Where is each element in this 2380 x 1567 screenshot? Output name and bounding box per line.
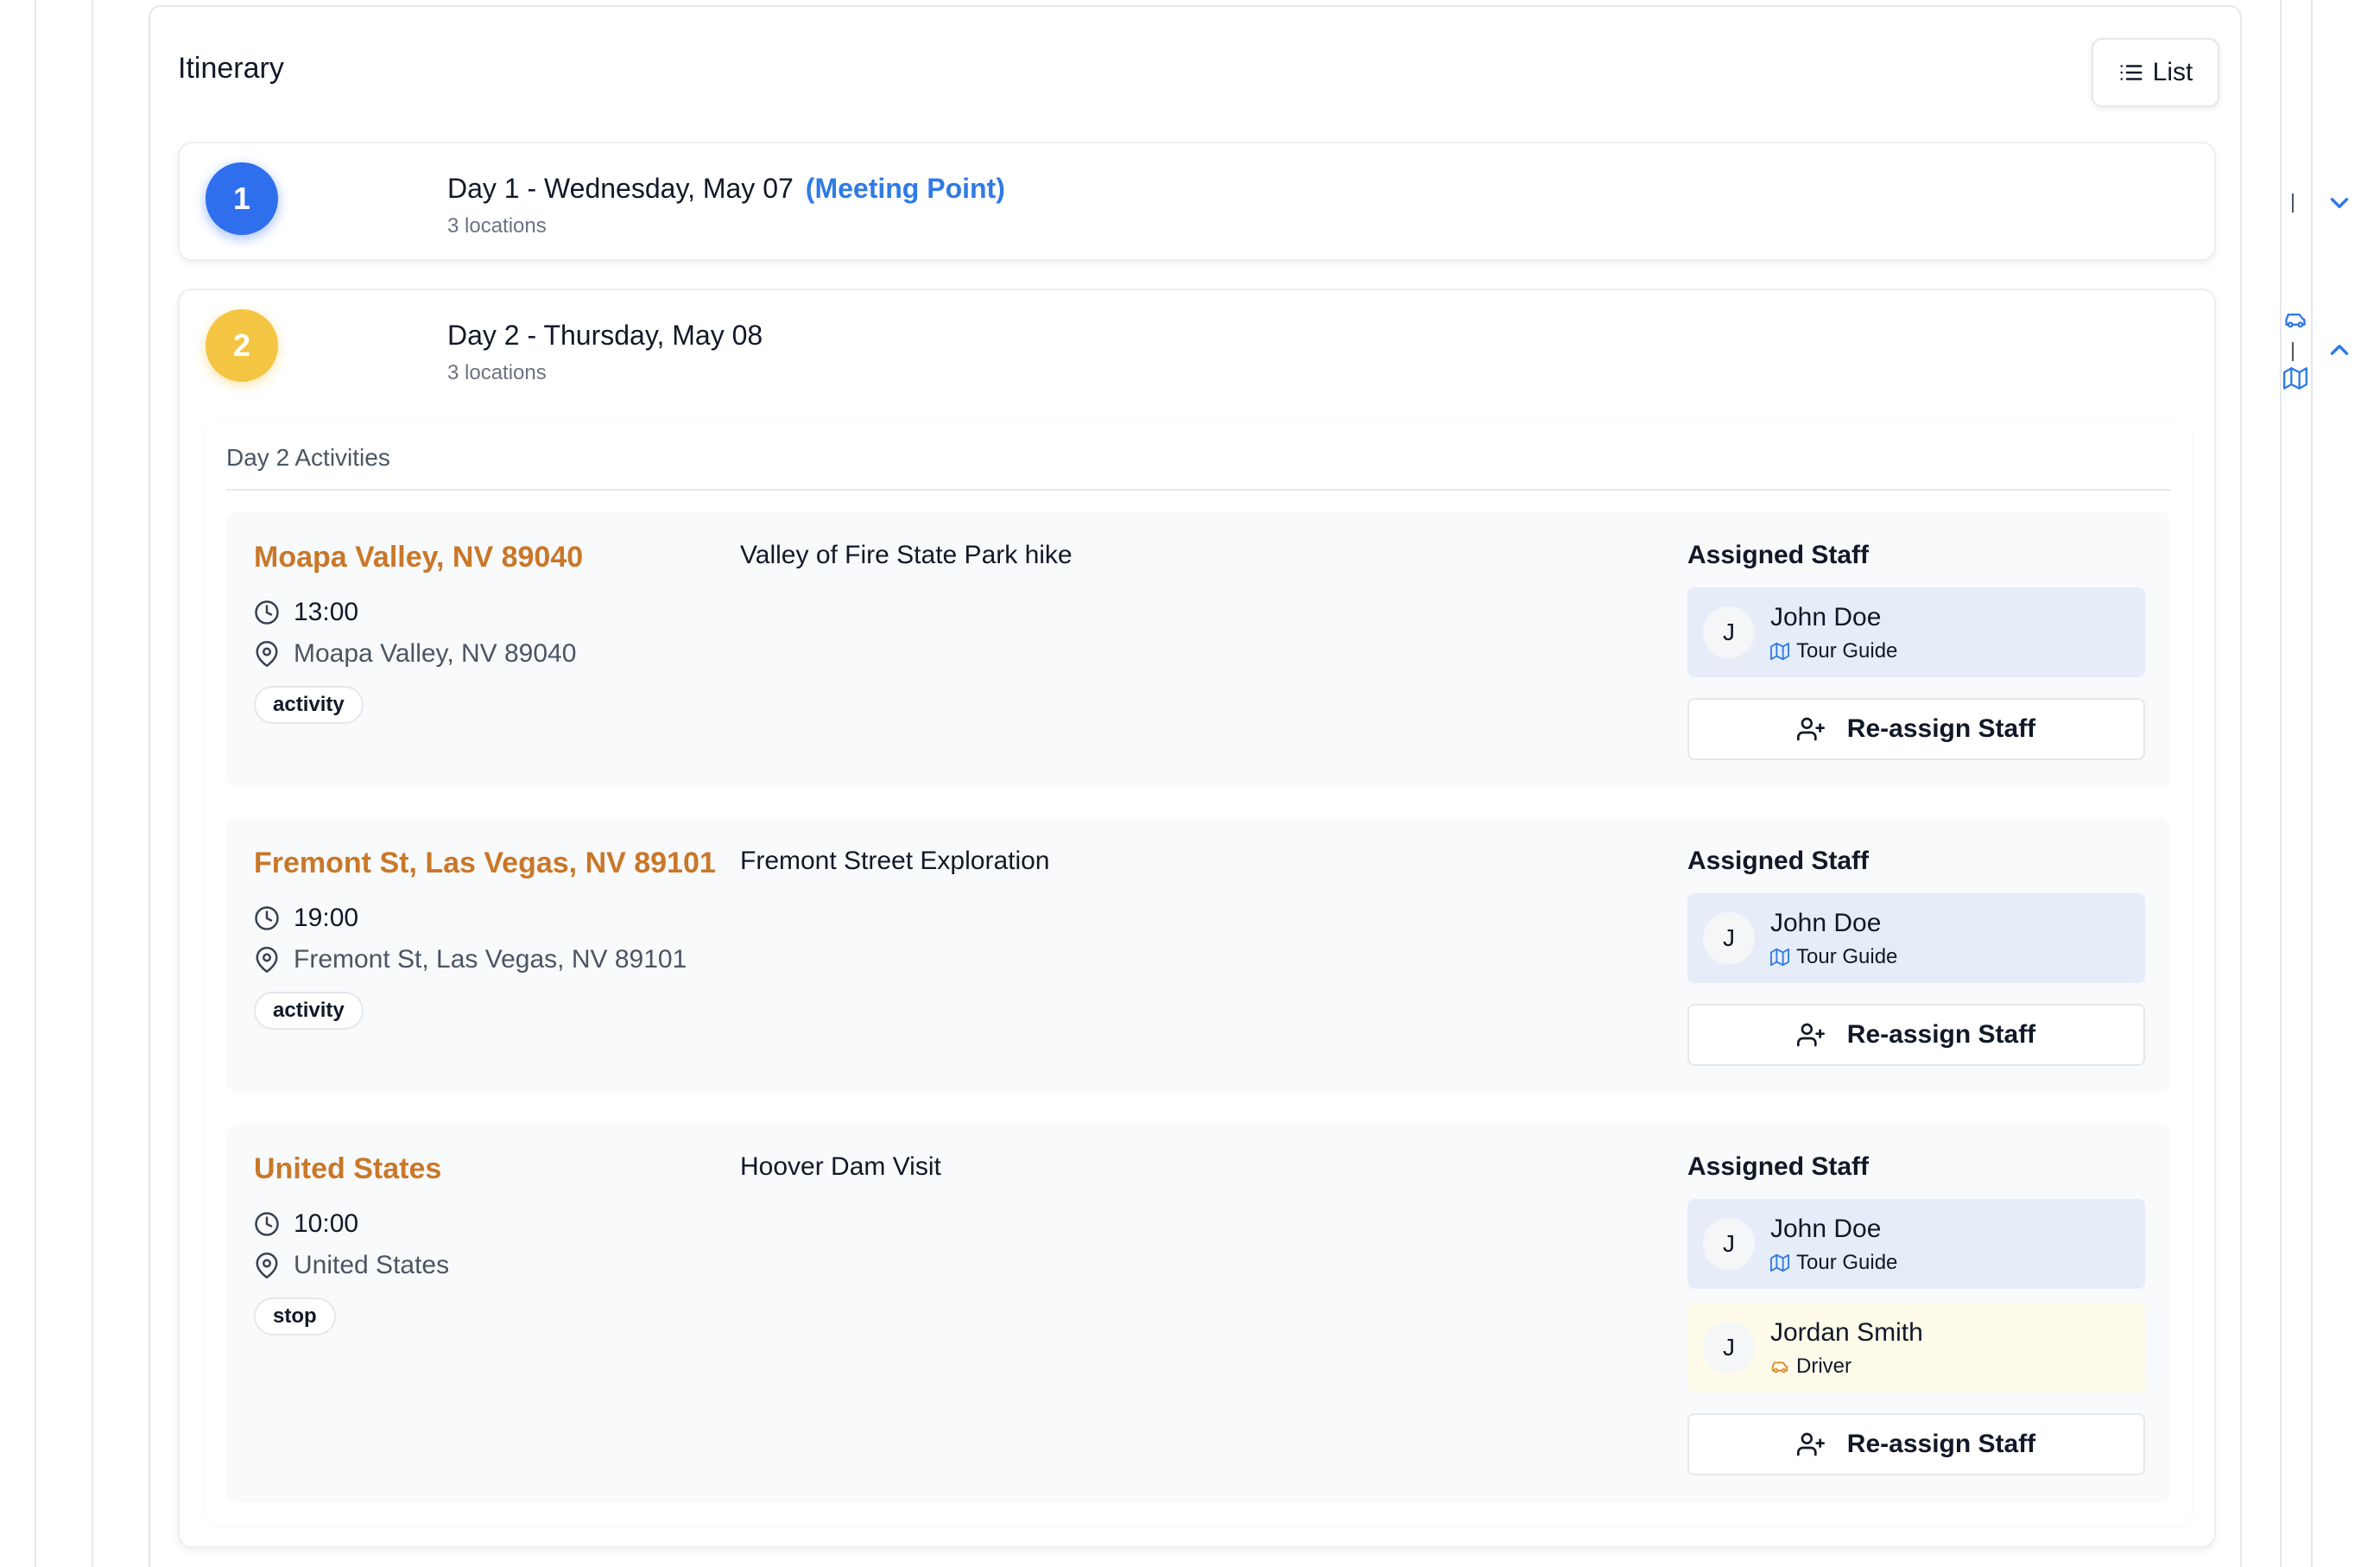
map-pin-icon (254, 1253, 280, 1278)
day-number-badge: 1 (206, 162, 278, 235)
staff-role: Tour Guide (1770, 1251, 1897, 1275)
clock-icon (254, 1211, 280, 1237)
day-header-1[interactable]: 1 Day 1 - Wednesday, May 07 (Meeting Poin… (180, 143, 2349, 264)
activity-address-row: United States (254, 1251, 449, 1280)
itinerary-card: Itinerary List 1 Day 1 - Wednesday, May … (149, 5, 2349, 1567)
frame-line-right-outer (2311, 0, 2313, 1567)
day-activities-panel: Day 2 Activities Moapa Valley, NV 89040 … (206, 420, 2192, 1526)
frame-line-right-inner (2280, 0, 2282, 1567)
avatar: J (1703, 912, 1755, 964)
activity-description: Fremont Street Exploration (740, 847, 1050, 875)
day-title-text: Day 1 - Wednesday, May 07 (447, 173, 794, 204)
activity-card: Moapa Valley, NV 89040 13:00 Moapa Valle… (226, 511, 2171, 788)
user-plus-icon (1796, 1021, 1825, 1049)
car-icon (1770, 1357, 1789, 1376)
map-icon (1770, 948, 1789, 967)
day-location-count: 3 locations (447, 214, 547, 238)
activity-time: 19:00 (294, 904, 359, 932)
reassign-staff-button[interactable]: Re-assign Staff (1687, 1004, 2145, 1066)
activity-card: Fremont St, Las Vegas, NV 89101 19:00 Fr… (226, 817, 2171, 1094)
header-divider (2292, 193, 2294, 213)
day-number-badge: 2 (206, 309, 278, 382)
day-header-2[interactable]: 2 Day 2 - Thursday, May 08 3 locations (180, 290, 2349, 411)
map-pin-icon (254, 641, 280, 667)
chevron-up-icon[interactable] (2325, 335, 2354, 365)
header-divider (2292, 342, 2294, 361)
map-icon (1770, 642, 1789, 661)
reassign-staff-button[interactable]: Re-assign Staff (1687, 1413, 2145, 1475)
activity-time: 10:00 (294, 1209, 359, 1238)
meeting-point-tag: (Meeting Point) (805, 173, 1005, 204)
day-location-count: 3 locations (447, 361, 547, 384)
user-plus-icon (1796, 715, 1825, 743)
map-icon[interactable] (2283, 366, 2307, 390)
map-pin-icon (254, 947, 280, 973)
activity-address: Fremont St, Las Vegas, NV 89101 (294, 945, 687, 974)
assigned-staff-heading: Assigned Staff (1687, 1152, 1870, 1181)
activity-type-badge: activity (254, 992, 364, 1030)
map-icon (1770, 1253, 1789, 1272)
staff-role: Tour Guide (1770, 639, 1897, 663)
activity-description: Valley of Fire State Park hike (740, 541, 1073, 569)
chevron-down-icon[interactable] (2325, 188, 2354, 218)
staff-name: John Doe (1770, 1215, 1882, 1243)
activity-address-row: Moapa Valley, NV 89040 (254, 639, 576, 669)
reassign-staff-button[interactable]: Re-assign Staff (1687, 698, 2145, 760)
activity-location-title: Fremont St, Las Vegas, NV 89101 (254, 847, 716, 879)
activity-time-row: 13:00 (254, 598, 358, 627)
activity-time-row: 10:00 (254, 1209, 358, 1239)
activities-divider (226, 489, 2171, 491)
staff-name: John Doe (1770, 909, 1882, 937)
activity-time-row: 19:00 (254, 904, 358, 933)
assigned-staff-heading: Assigned Staff (1687, 541, 1870, 569)
staff-role-label: Tour Guide (1796, 639, 1898, 663)
reassign-staff-label: Re-assign Staff (1846, 714, 2036, 743)
activity-time: 13:00 (294, 598, 359, 626)
clock-icon (254, 905, 280, 931)
staff-card: J John Doe Tour Guide (1687, 587, 2145, 677)
day-title: Day 1 - Wednesday, May 07 (Meeting Point) (447, 173, 1005, 205)
list-icon (2118, 60, 2144, 86)
list-view-button[interactable]: List (2092, 38, 2219, 107)
activity-location-title: United States (254, 1152, 442, 1185)
assigned-staff-heading: Assigned Staff (1687, 847, 1870, 875)
staff-role-label: Tour Guide (1796, 945, 1898, 968)
day-section-2: 2 Day 2 - Thursday, May 08 3 locations D… (178, 289, 2349, 1548)
staff-card: J John Doe Tour Guide (1687, 1199, 2145, 1289)
activity-type-badge: stop (254, 1297, 336, 1335)
staff-role-label: Tour Guide (1796, 1251, 1898, 1274)
frame-line-left-outer (35, 0, 36, 1567)
avatar: J (1703, 1218, 1755, 1270)
clock-icon (254, 600, 280, 625)
staff-role: Driver (1770, 1354, 1851, 1379)
activity-address-row: Fremont St, Las Vegas, NV 89101 (254, 945, 687, 974)
avatar: J (1703, 1322, 1755, 1374)
frame-line-left-inner (92, 0, 93, 1567)
activity-description: Hoover Dam Visit (740, 1152, 941, 1181)
reassign-staff-label: Re-assign Staff (1846, 1430, 2036, 1458)
day-title: Day 2 - Thursday, May 08 (447, 320, 763, 351)
avatar: J (1703, 606, 1755, 658)
activity-location-title: Moapa Valley, NV 89040 (254, 541, 584, 574)
day-section-1: 1 Day 1 - Wednesday, May 07 (Meeting Poin… (178, 142, 2349, 264)
car-icon[interactable] (2283, 308, 2307, 332)
activities-heading: Day 2 Activities (226, 444, 390, 471)
staff-name: Jordan Smith (1770, 1318, 1923, 1347)
activity-card: United States 10:00 United States stop H… (226, 1123, 2171, 1503)
page-title: Itinerary (178, 52, 284, 85)
staff-name: John Doe (1770, 603, 1882, 631)
activity-type-badge: activity (254, 686, 364, 724)
reassign-staff-label: Re-assign Staff (1846, 1020, 2036, 1049)
staff-card: J John Doe Tour Guide (1687, 893, 2145, 983)
activity-address: United States (294, 1251, 450, 1279)
user-plus-icon (1796, 1431, 1825, 1458)
activity-address: Moapa Valley, NV 89040 (294, 639, 577, 668)
staff-role: Tour Guide (1770, 945, 1897, 969)
staff-role-label: Driver (1796, 1354, 1851, 1378)
staff-card: J Jordan Smith Driver (1687, 1303, 2145, 1393)
list-view-label: List (2152, 58, 2193, 86)
